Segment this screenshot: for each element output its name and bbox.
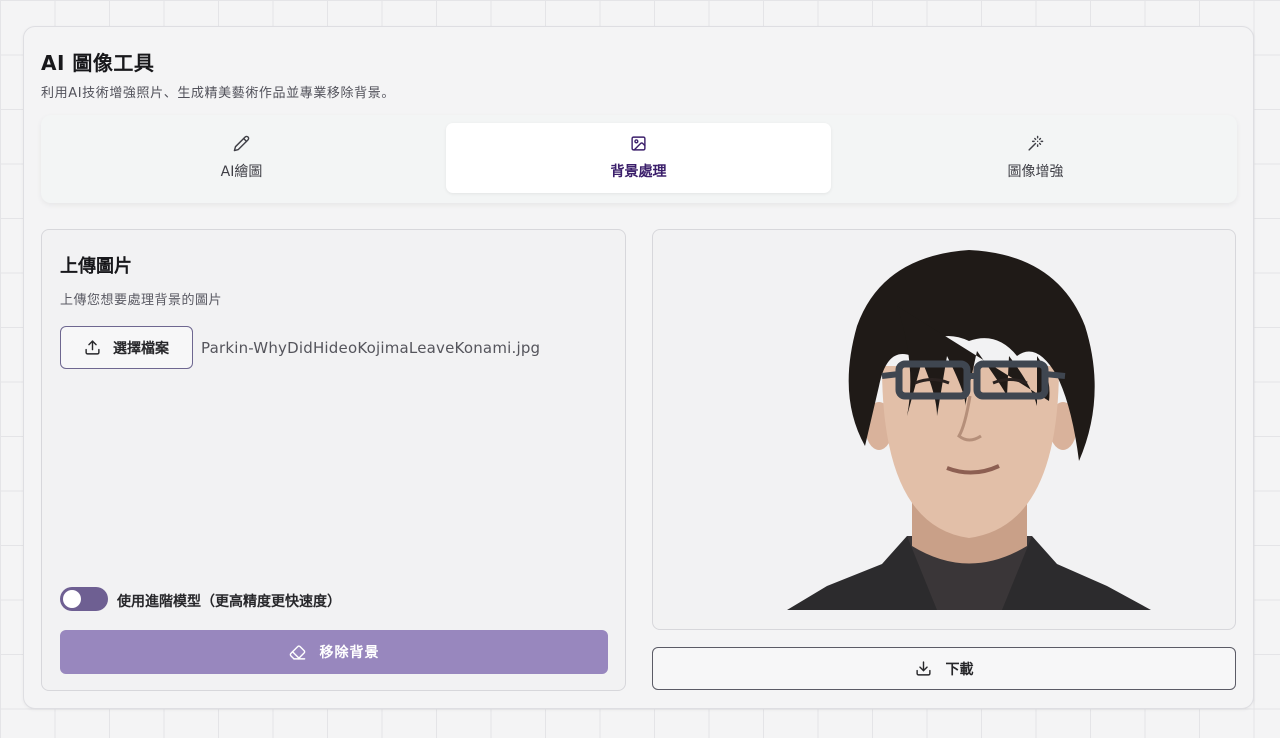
download-button[interactable]: 下載 bbox=[652, 647, 1236, 690]
tab-ai-drawing[interactable]: AI繪圖 bbox=[49, 123, 434, 193]
result-photo bbox=[787, 250, 1151, 610]
tab-enhance[interactable]: 圖像增強 bbox=[843, 123, 1228, 193]
tab-bar: AI繪圖 背景處理 圖像增強 bbox=[41, 115, 1237, 203]
download-icon bbox=[915, 661, 931, 676]
pencil-icon bbox=[233, 135, 250, 152]
tab-label: AI繪圖 bbox=[220, 164, 263, 180]
choose-file-label: 選擇檔案 bbox=[113, 340, 169, 357]
upload-title: 上傳圖片 bbox=[60, 256, 132, 277]
page-subtitle: 利用AI技術增強照片、生成精美藝術作品並專業移除背景。 bbox=[41, 86, 395, 101]
choose-file-button[interactable]: 選擇檔案 bbox=[60, 326, 193, 369]
remove-background-label: 移除背景 bbox=[319, 645, 380, 661]
tab-label: 背景處理 bbox=[610, 164, 667, 180]
advanced-model-toggle[interactable] bbox=[60, 587, 108, 611]
magic-wand-icon bbox=[1028, 135, 1044, 151]
upload-panel: 上傳圖片 上傳您想要處理背景的圖片 選擇檔案 Parkin-WhyDidHide… bbox=[41, 229, 626, 691]
page-title: AI 圖像工具 bbox=[41, 51, 155, 75]
toggle-knob bbox=[63, 590, 81, 608]
tab-background[interactable]: 背景處理 bbox=[446, 123, 831, 193]
result-preview-panel bbox=[652, 229, 1236, 630]
selected-file-name: Parkin-WhyDidHideoKojimaLeaveKonami.jpg bbox=[201, 339, 541, 357]
download-label: 下載 bbox=[945, 661, 974, 678]
eraser-icon bbox=[289, 644, 305, 660]
ai-image-tool-card: AI 圖像工具 利用AI技術增強照片、生成精美藝術作品並專業移除背景。 AI繪圖… bbox=[23, 26, 1254, 709]
upload-description: 上傳您想要處理背景的圖片 bbox=[60, 293, 223, 308]
image-icon bbox=[631, 136, 646, 151]
advanced-model-label: 使用進階模型（更高精度更快速度） bbox=[117, 594, 341, 610]
tab-label: 圖像增強 bbox=[1007, 164, 1064, 180]
upload-icon bbox=[85, 340, 100, 355]
remove-background-button[interactable]: 移除背景 bbox=[60, 630, 608, 674]
